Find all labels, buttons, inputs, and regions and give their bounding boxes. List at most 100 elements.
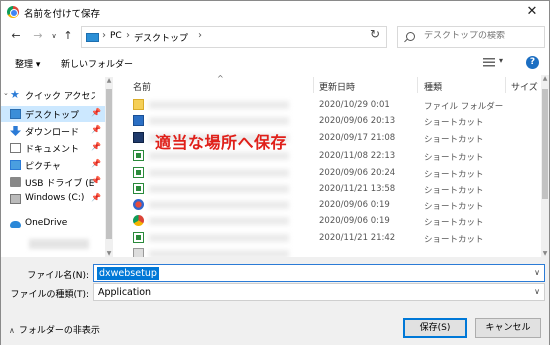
pc-icon (86, 33, 99, 42)
hide-folders-label: フォルダーの非表示 (18, 326, 100, 336)
filename-label: ファイル名(N): (27, 271, 89, 281)
search-icon (406, 32, 415, 41)
refresh-icon[interactable]: ↻ (367, 26, 383, 42)
windows-drive-icon (10, 194, 21, 204)
title-bar: 名前を付けて保存 ✕ (1, 1, 549, 23)
file-row[interactable] (119, 246, 541, 257)
filetype-value: Application (98, 287, 152, 298)
blurred-file-name (149, 169, 289, 177)
expand-chevron-icon[interactable]: ⌄ (3, 89, 9, 97)
breadcrumb-separator-icon[interactable]: › (198, 30, 202, 41)
nav-item-pictures[interactable]: ピクチャ 📌 (1, 157, 105, 173)
blurred-file-name (149, 217, 289, 225)
nav-item-documents[interactable]: ドキュメント 📌 (1, 140, 105, 156)
address-row: ← → ∨ ↑ › PC › デスクトップ › ∨ ↻ (1, 23, 549, 51)
picture-icon (10, 160, 21, 170)
scroll-down-icon[interactable]: ▼ (105, 250, 113, 257)
shortcut-icon (133, 183, 144, 194)
nav-item-downloads[interactable]: ダウンロード 📌 (1, 123, 105, 139)
save-form: ファイル名(N): dxwebsetup ∨ ファイルの種類(T): Appli… (1, 261, 549, 345)
breadcrumb-separator-icon[interactable]: › (126, 30, 130, 41)
breadcrumb-separator-icon[interactable]: › (102, 30, 106, 41)
help-icon[interactable]: ? (526, 56, 539, 69)
nav-item-windows-c[interactable]: Windows (C:) 📌 (1, 191, 105, 207)
address-bar[interactable]: › PC › デスクトップ › ∨ (81, 26, 429, 48)
pin-icon: 📌 (91, 142, 101, 151)
blurred-file-name (149, 234, 289, 242)
pin-icon: 📌 (91, 159, 101, 168)
pin-icon: 📌 (91, 176, 101, 185)
chevron-down-icon[interactable]: ∨ (534, 287, 540, 296)
file-row[interactable]: 2020/09/06 20:24 ショートカット (119, 165, 541, 181)
blurred-file-name (149, 117, 289, 125)
file-list-scroll-thumb[interactable] (542, 89, 548, 199)
shortcut-icon (133, 215, 144, 226)
column-divider[interactable] (505, 77, 506, 93)
chevron-down-icon[interactable]: ∨ (534, 268, 540, 277)
nav-item-onedrive[interactable]: OneDrive (1, 216, 105, 232)
shortcut-icon (133, 132, 144, 143)
pin-icon: 📌 (91, 108, 101, 117)
close-button[interactable]: ✕ (521, 3, 543, 21)
chrome-app-icon (7, 6, 19, 18)
nav-item-quick-access[interactable]: ⌄ ★ クイック アクセス (1, 87, 105, 103)
desktop-icon (10, 109, 21, 119)
search-box[interactable] (397, 26, 545, 48)
pin-icon: 📌 (91, 193, 101, 202)
save-button[interactable]: 保存(S) (403, 318, 467, 338)
column-divider[interactable] (313, 77, 314, 93)
nav-item-desktop[interactable]: デスクトップ 📌 (1, 106, 105, 122)
breadcrumb-pc[interactable]: PC (110, 31, 122, 41)
file-row[interactable]: 2020/09/06 0:19 ショートカット (119, 197, 541, 213)
filename-value[interactable]: dxwebsetup (97, 267, 159, 280)
forward-arrow-icon[interactable]: → (31, 29, 45, 43)
nav-item-usb-drive[interactable]: USB ドライブ (E 📌 (1, 174, 105, 190)
blurred-file-name (149, 250, 289, 257)
pin-icon: 📌 (91, 125, 101, 134)
column-header-modified[interactable]: 更新日時 (319, 80, 355, 93)
shortcut-icon (133, 115, 144, 126)
column-divider[interactable] (417, 77, 418, 93)
dialog-title: 名前を付けて保存 (24, 9, 101, 20)
file-row[interactable]: 2020/09/06 20:13 ショートカット (119, 113, 541, 129)
file-row[interactable]: 2020/11/21 21:42 ショートカット (119, 230, 541, 246)
usb-drive-icon (10, 177, 21, 187)
filename-field[interactable]: dxwebsetup ∨ (93, 264, 545, 282)
shortcut-icon (133, 167, 144, 178)
column-header-name[interactable]: 名前 (133, 80, 151, 93)
file-list-scrollbar[interactable]: ▲ ▼ (541, 75, 549, 257)
back-arrow-icon[interactable]: ← (9, 29, 23, 43)
scroll-up-icon[interactable]: ▲ (541, 75, 549, 82)
document-icon (10, 143, 21, 153)
scroll-up-icon[interactable]: ▲ (105, 77, 113, 84)
column-header-type[interactable]: 種類 (424, 80, 442, 93)
view-options-icon[interactable] (483, 58, 495, 68)
download-icon (10, 126, 21, 136)
save-as-dialog: 名前を付けて保存 ✕ ← → ∨ ↑ › PC › デスクトップ › ∨ ↻ 整… (0, 0, 550, 345)
recent-locations-chevron-icon[interactable]: ∨ (47, 29, 61, 43)
hide-folders-toggle[interactable]: ∧ フォルダーの非表示 (9, 323, 100, 336)
search-input[interactable] (424, 31, 542, 41)
chevron-up-icon: ∧ (9, 326, 15, 335)
nav-scroll-thumb[interactable] (106, 89, 112, 239)
file-row[interactable]: 2020/11/21 13:58 ショートカット (119, 181, 541, 197)
nav-scrollbar[interactable]: ▲ ▼ (105, 77, 113, 257)
filetype-select[interactable]: Application ∨ (93, 283, 545, 301)
column-header-size[interactable]: サイズ (511, 80, 538, 93)
view-dropdown-icon[interactable]: ▾ (499, 56, 503, 65)
file-list: ^ 名前 更新日時 種類 サイズ 2020/10/29 0:01 ファイル フォ… (119, 75, 541, 257)
file-row[interactable]: 2020/10/29 0:01 ファイル フォルダー (119, 97, 541, 113)
breadcrumb-desktop[interactable]: デスクトップ (134, 31, 188, 44)
navigation-pane: ⌄ ★ クイック アクセス デスクトップ 📌 ダウンロード 📌 ドキュメント 📌… (1, 77, 111, 257)
scroll-down-icon[interactable]: ▼ (541, 250, 549, 257)
toolbar: 整理 ▾ 新しいフォルダー ▾ ? (1, 53, 549, 73)
new-folder-button[interactable]: 新しいフォルダー (61, 57, 133, 70)
up-arrow-icon[interactable]: ↑ (61, 29, 75, 43)
shortcut-icon (133, 199, 144, 210)
blurred-file-name (149, 101, 289, 109)
organize-button[interactable]: 整理 ▾ (15, 57, 40, 70)
file-row[interactable]: 2020/09/06 0:19 ショートカット (119, 213, 541, 229)
cancel-button[interactable]: キャンセル (475, 318, 541, 338)
folder-icon (133, 99, 144, 110)
annotation-text: 適当な場所へ保存 (155, 133, 288, 152)
